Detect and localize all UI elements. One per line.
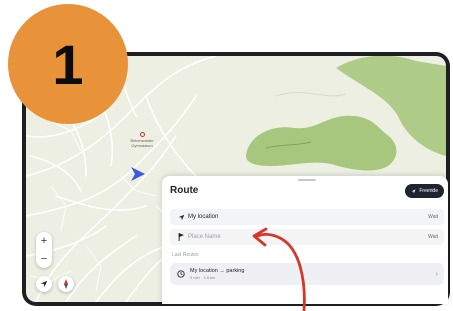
compass-icon [64,279,68,289]
clock-icon [172,270,190,278]
navigation-arrow-icon [174,214,188,221]
freeride-label: Freeride [419,188,438,194]
from-field[interactable]: My location Wait [170,209,444,225]
locate-button[interactable] [36,276,52,292]
from-field-end[interactable]: Wait [428,214,438,220]
annotation-arrow [252,227,306,311]
freeride-button[interactable]: Freeride [405,184,444,198]
zoom-in-button[interactable]: + [41,235,47,247]
marker-icon [139,132,145,137]
drag-handle[interactable] [298,179,316,181]
navigation-arrow-icon [40,280,48,288]
compass-button[interactable] [58,276,74,292]
navigation-arrow-icon [411,189,416,193]
route-title: Route [170,185,199,196]
chevron-right-icon: › [435,270,438,278]
poi-label-line2: Gymnasium [131,143,153,148]
step-badge: 1 [8,4,128,124]
destination-field-end[interactable]: Wait [428,234,438,240]
current-location-icon [131,167,145,181]
poi-marker[interactable]: Birkenwalder Gymnasium [122,132,162,148]
zoom-out-button[interactable]: − [41,253,47,265]
from-field-value: My location [188,214,219,220]
zoom-control: + − [36,232,52,268]
last-routes-label: Last Routes [172,252,199,258]
flag-icon [174,233,188,241]
